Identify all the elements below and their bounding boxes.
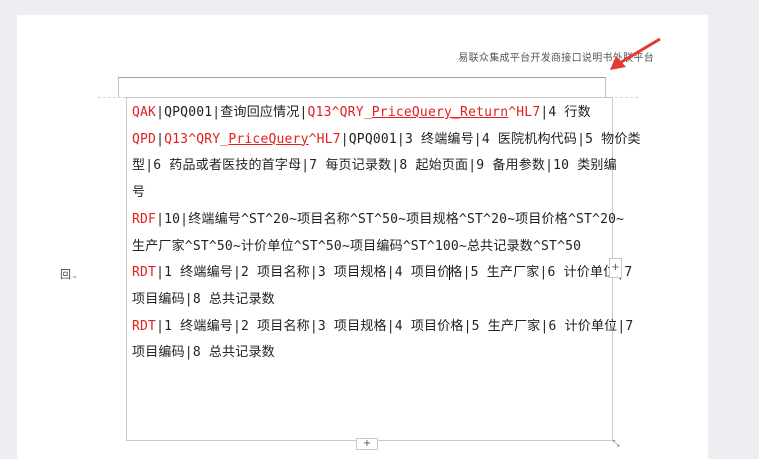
table-layout-icon: 回 — [60, 268, 71, 281]
table-layout-widget[interactable]: 回⌄ — [60, 266, 79, 282]
red-arrow-icon — [610, 37, 661, 70]
text-segment: 型|6 药品或者医技的首字母|7 每页记录数|8 起始页面|9 备用参数|10 … — [132, 158, 617, 174]
text-segment: ^HL7 — [508, 105, 541, 120]
text-segment: 项目编码|8 总共记录数 — [132, 345, 275, 361]
text-segment: |10|终端编号^ST^20~项目名称^ST^50~项目规格^ST^20~项目价… — [156, 211, 625, 227]
text-segment: QAK — [132, 105, 157, 120]
text-segment: QPD — [132, 131, 157, 147]
text-segment: | — [156, 131, 165, 147]
text-segment: 格|5 生产厂家|6 计价单位|7 — [449, 265, 633, 281]
resize-handle-icon[interactable]: ⤡ — [610, 438, 622, 450]
text-segment: 生产厂家^ST^50~计价单位^ST^50~项目编码^ST^100~总共记录数^… — [132, 238, 582, 254]
table-content[interactable]: QAK|QPQ001|查询回应情况|Q13^QRY_PriceQuery_Ret… — [132, 100, 641, 367]
text-segment: |4 行数 — [540, 105, 591, 120]
text-segment: |1 终端编号|2 项目名称|3 项目规格|4 项目价 — [156, 265, 451, 281]
text-segment: Q13^QRY_ — [164, 131, 229, 147]
text-line: RDT|1 终端编号|2 项目名称|3 项目规格|4 项目价格|5 生产厂家|6… — [132, 260, 632, 287]
text-segment: |1 终端编号|2 项目名称|3 项目规格|4 项目价格|5 生产厂家|6 计价… — [156, 318, 634, 334]
text-segment: PriceQuery — [228, 131, 309, 147]
add-column-button[interactable]: + — [609, 258, 622, 278]
text-line: QAK|QPQ001|查询回应情况|Q13^QRY_PriceQuery_Ret… — [132, 100, 610, 127]
text-line: RDF|10|终端编号^ST^20~项目名称^ST^50~项目规格^ST^20~… — [132, 207, 624, 234]
text-segment: |QPQ001|查询回应情况| — [156, 105, 308, 120]
header-frame — [118, 77, 606, 98]
text-segment: ^HL7 — [308, 131, 341, 147]
text-segment: RDT — [132, 265, 157, 281]
chevron-down-icon: ⌄ — [71, 271, 79, 281]
text-line: QPD|Q13^QRY_PriceQuery^HL7|QPQ001|3 终端编号… — [132, 127, 641, 154]
text-line: 号 — [132, 180, 610, 207]
text-line: RDT|1 终端编号|2 项目名称|3 项目规格|4 项目价格|5 生产厂家|6… — [132, 314, 633, 341]
text-segment: Q13^QRY_ — [307, 105, 372, 120]
text-segment: RDT — [132, 318, 157, 334]
text-line: 生产厂家^ST^50~计价单位^ST^50~项目编码^ST^100~总共记录数^… — [132, 234, 610, 261]
text-line: 型|6 药品或者医技的首字母|7 每页记录数|8 起始页面|9 备用参数|10 … — [132, 153, 617, 180]
text-line: 项目编码|8 总共记录数 — [132, 287, 610, 314]
text-segment: 号 — [132, 185, 146, 201]
add-row-button[interactable]: + — [356, 438, 378, 450]
text-segment: PriceQuery_Return — [371, 105, 509, 120]
text-segment: 项目编码|8 总共记录数 — [132, 291, 275, 307]
text-line: 项目编码|8 总共记录数 — [132, 340, 610, 367]
text-segment: |QPQ001|3 终端编号|4 医院机构代码|5 物价类 — [340, 131, 641, 147]
text-segment: RDF — [132, 211, 157, 227]
